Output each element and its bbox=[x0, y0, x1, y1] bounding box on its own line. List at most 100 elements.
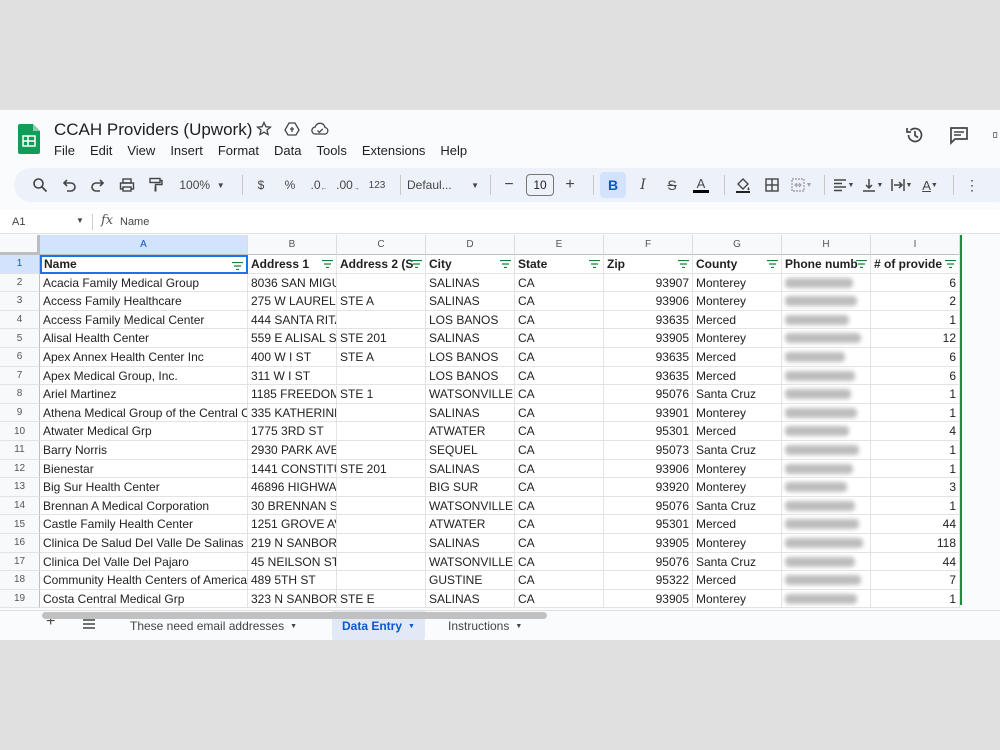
cell-phone[interactable] bbox=[782, 589, 871, 609]
cell-phone[interactable] bbox=[782, 441, 871, 460]
filter-icon[interactable] bbox=[322, 260, 333, 268]
text-color-button[interactable]: A bbox=[689, 172, 713, 198]
cell-phone[interactable] bbox=[782, 422, 871, 441]
cell-a1[interactable]: 311 W I ST bbox=[248, 366, 337, 386]
bold-button[interactable]: B bbox=[600, 172, 626, 198]
cell-state[interactable]: CA bbox=[515, 478, 604, 497]
menu-format[interactable]: Format bbox=[218, 143, 259, 158]
cell-phone[interactable] bbox=[782, 552, 871, 572]
cell-zip[interactable]: 95076 bbox=[604, 552, 693, 572]
cell-prov[interactable]: 1 bbox=[871, 385, 960, 404]
cell-name[interactable]: Castle Family Health Center bbox=[40, 515, 248, 534]
more-options-icon[interactable]: ⋮ bbox=[960, 172, 984, 198]
cell-a1[interactable]: 45 NEILSON ST bbox=[248, 552, 337, 572]
row-header[interactable]: 16 bbox=[0, 534, 40, 553]
all-sheets-icon[interactable] bbox=[82, 617, 96, 634]
column-header[interactable]: B bbox=[248, 235, 337, 255]
cell-state[interactable]: CA bbox=[515, 534, 604, 553]
cell-state[interactable]: CA bbox=[515, 571, 604, 590]
cell-phone[interactable] bbox=[782, 310, 871, 330]
cell-state[interactable]: CA bbox=[515, 422, 604, 441]
cell-name[interactable]: Brennan A Medical Corporation bbox=[40, 496, 248, 516]
fill-color-icon[interactable] bbox=[731, 172, 755, 198]
cell-city[interactable]: SALINAS bbox=[426, 534, 515, 553]
cell-phone[interactable] bbox=[782, 534, 871, 553]
cell-phone[interactable] bbox=[782, 496, 871, 516]
cell-name[interactable]: Apex Annex Health Center Inc bbox=[40, 348, 248, 367]
horizontal-align-icon[interactable]: ▼ bbox=[831, 172, 855, 198]
cell-name[interactable]: Apex Medical Group, Inc. bbox=[40, 366, 248, 386]
star-icon[interactable] bbox=[255, 120, 273, 138]
cell-prov[interactable]: 6 bbox=[871, 273, 960, 293]
cell-county[interactable]: Merced bbox=[693, 571, 782, 590]
cell-a1[interactable]: 444 SANTA RITA bbox=[248, 310, 337, 330]
row-header[interactable]: 5 bbox=[0, 329, 40, 348]
row-header[interactable]: 2 bbox=[0, 273, 40, 293]
text-rotation-button[interactable]: A ▼ bbox=[918, 172, 942, 198]
cell-county[interactable]: Merced bbox=[693, 366, 782, 386]
header-cell[interactable]: County bbox=[693, 255, 782, 274]
cell-zip[interactable]: 93635 bbox=[604, 310, 693, 330]
cell-phone[interactable] bbox=[782, 571, 871, 590]
cell-city[interactable]: SALINAS bbox=[426, 589, 515, 609]
cell-a2[interactable] bbox=[337, 534, 426, 553]
column-header[interactable]: E bbox=[515, 235, 604, 255]
cell-state[interactable]: CA bbox=[515, 459, 604, 479]
cell-state[interactable]: CA bbox=[515, 310, 604, 330]
cell-a1[interactable]: 275 W LAUREL bbox=[248, 292, 337, 311]
cell-phone[interactable] bbox=[782, 403, 871, 423]
strikethrough-button[interactable]: S bbox=[660, 172, 684, 198]
cell-phone[interactable] bbox=[782, 459, 871, 479]
cell-a1[interactable]: 30 BRENNAN S bbox=[248, 496, 337, 516]
cell-name[interactable]: Access Family Healthcare bbox=[40, 292, 248, 311]
comments-icon[interactable] bbox=[948, 124, 970, 146]
header-cell[interactable]: Zip bbox=[604, 255, 693, 274]
name-box[interactable]: A1 bbox=[12, 216, 25, 228]
cell-a2[interactable] bbox=[337, 422, 426, 441]
cell-a2[interactable]: STE 201 bbox=[337, 329, 426, 348]
cell-prov[interactable]: 4 bbox=[871, 422, 960, 441]
column-header[interactable]: C bbox=[337, 235, 426, 255]
row-header[interactable]: 3 bbox=[0, 292, 40, 311]
version-history-icon[interactable] bbox=[904, 124, 926, 146]
cell-county[interactable]: Monterey bbox=[693, 459, 782, 479]
cell-phone[interactable] bbox=[782, 273, 871, 293]
cell-city[interactable]: SEQUEL bbox=[426, 441, 515, 460]
borders-icon[interactable] bbox=[760, 172, 784, 198]
cell-zip[interactable]: 93901 bbox=[604, 403, 693, 423]
header-cell[interactable]: State bbox=[515, 255, 604, 274]
cell-state[interactable]: CA bbox=[515, 589, 604, 609]
cell-name[interactable]: Alisal Health Center bbox=[40, 329, 248, 348]
paint-format-icon[interactable] bbox=[144, 172, 168, 198]
cell-state[interactable]: CA bbox=[515, 496, 604, 516]
column-header[interactable]: D bbox=[426, 235, 515, 255]
cell-county[interactable]: Merced bbox=[693, 422, 782, 441]
cell-city[interactable]: BIG SUR bbox=[426, 478, 515, 497]
cell-zip[interactable]: 93907 bbox=[604, 273, 693, 293]
italic-button[interactable]: I bbox=[631, 172, 655, 198]
filter-icon[interactable] bbox=[945, 260, 956, 268]
cell-prov[interactable]: 6 bbox=[871, 366, 960, 386]
menu-tools[interactable]: Tools bbox=[316, 143, 346, 158]
filter-icon[interactable] bbox=[411, 260, 422, 268]
cell-county[interactable]: Monterey bbox=[693, 534, 782, 553]
cell-state[interactable]: CA bbox=[515, 292, 604, 311]
cell-a2[interactable] bbox=[337, 403, 426, 423]
header-cell[interactable]: Address 1 bbox=[248, 255, 337, 274]
select-all-corner[interactable] bbox=[0, 235, 40, 255]
cell-zip[interactable]: 95076 bbox=[604, 496, 693, 516]
cell-county[interactable]: Monterey bbox=[693, 273, 782, 293]
cell-a1[interactable]: 2930 PARK AVE bbox=[248, 441, 337, 460]
cell-a1[interactable]: 559 E ALISAL S bbox=[248, 329, 337, 348]
header-cell[interactable]: Name bbox=[40, 255, 248, 274]
cell-zip[interactable]: 93635 bbox=[604, 366, 693, 386]
cell-a2[interactable]: STE A bbox=[337, 348, 426, 367]
cell-phone[interactable] bbox=[782, 385, 871, 404]
cell-a1[interactable]: 335 KATHERINE bbox=[248, 403, 337, 423]
cell-city[interactable]: LOS BANOS bbox=[426, 348, 515, 367]
filter-icon[interactable] bbox=[767, 260, 778, 268]
cell-phone[interactable] bbox=[782, 348, 871, 367]
cell-city[interactable]: LOS BANOS bbox=[426, 310, 515, 330]
column-header[interactable]: F bbox=[604, 235, 693, 255]
cell-city[interactable]: SALINAS bbox=[426, 292, 515, 311]
